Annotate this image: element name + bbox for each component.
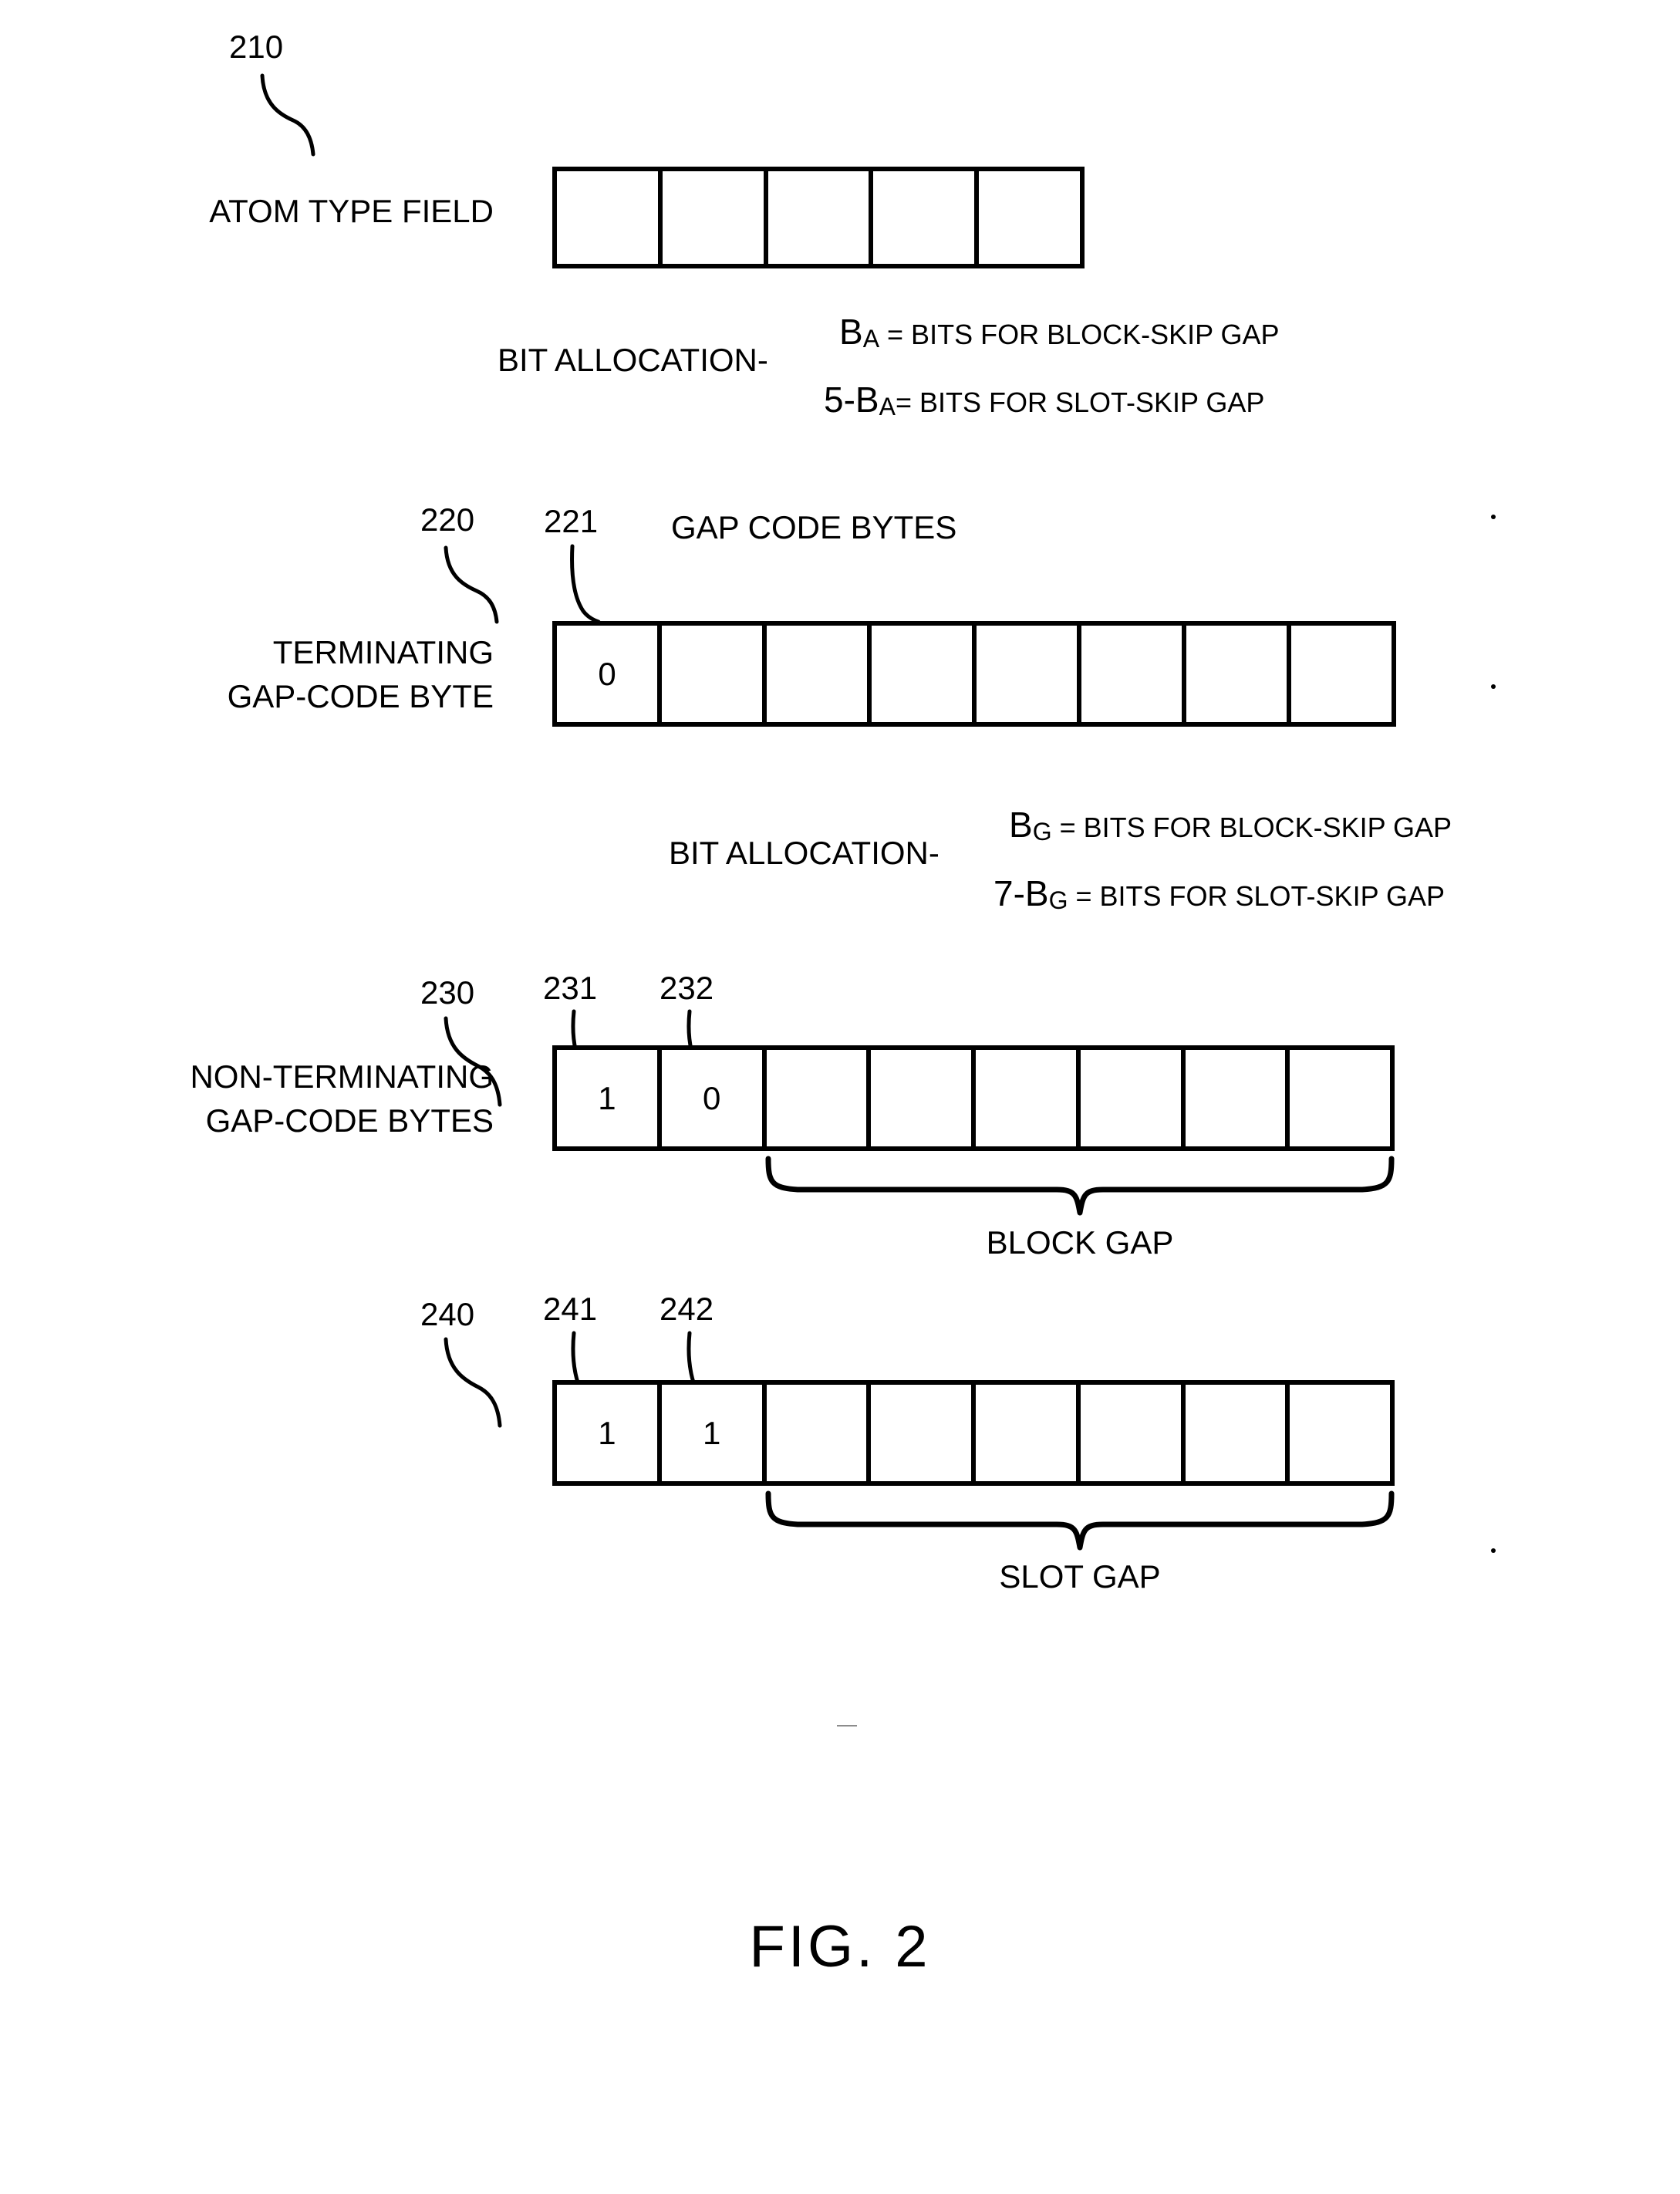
row-label-non-terminating-gap-code-bytes: NON-TERMINATING GAP-CODE BYTES <box>69 1055 494 1143</box>
bit-allocation-1-text: = BITS FOR BLOCK-SKIP GAP <box>879 319 1280 350</box>
patent-figure-page: 210 ATOM TYPE FIELD BIT ALLOCATION- BA =… <box>0 0 1680 2194</box>
byte-cell <box>976 1385 1081 1481</box>
byte-cell <box>1081 626 1186 722</box>
byte-cell <box>871 1050 976 1146</box>
row-label-atom-type-field: ATOM TYPE FIELD <box>108 193 494 230</box>
byte-cell <box>1290 1050 1390 1146</box>
byte-strip-slot-gap-bytes: 11 <box>552 1380 1395 1486</box>
byte-cell <box>1291 626 1392 722</box>
byte-cell <box>767 1050 872 1146</box>
bit-allocation-2-title: BIT ALLOCATION- <box>669 835 940 871</box>
reference-numeral-230: 230 <box>420 974 475 1011</box>
byte-cell <box>977 626 1081 722</box>
byte-strip-atom-type-field <box>552 167 1085 268</box>
byte-cell <box>767 626 872 722</box>
byte-cell <box>1186 1385 1290 1481</box>
row-label-terminating-gap-code-byte: TERMINATING GAP-CODE BYTE <box>108 631 494 718</box>
bit-allocation-1-var: B <box>839 312 863 352</box>
row-label-line: GAP-CODE BYTES <box>205 1102 494 1139</box>
byte-cell <box>872 626 977 722</box>
byte-cell <box>1186 1050 1290 1146</box>
byte-strip-non-terminating-gap-code-bytes: 10 <box>552 1045 1395 1151</box>
byte-cell <box>1081 1050 1186 1146</box>
brace-label-slot-gap: SLOT GAP <box>999 1558 1161 1595</box>
byte-cell <box>1290 1385 1390 1481</box>
byte-cell <box>873 171 980 264</box>
byte-strip-terminating-gap-code-byte: 0 <box>552 621 1396 727</box>
byte-cell: 0 <box>557 626 662 722</box>
bit-allocation-2-line2-text: = BITS FOR SLOT-SKIP GAP <box>1068 880 1445 912</box>
bit-allocation-2-line-1: BG = BITS FOR BLOCK-SKIP GAP <box>1009 805 1452 846</box>
brace-label-block-gap: BLOCK GAP <box>986 1224 1174 1261</box>
bit-allocation-1-title: BIT ALLOCATION- <box>498 342 768 378</box>
gap-code-bytes-header: GAP CODE BYTES <box>671 509 957 545</box>
bit-allocation-1-line2-prefix: 5-B <box>824 380 879 420</box>
leader-line-210 <box>260 73 315 157</box>
bit-allocation-2-var: B <box>1009 805 1033 845</box>
byte-cell <box>662 626 767 722</box>
bit-allocation-2-line2-prefix: 7-B <box>993 873 1049 913</box>
reference-numeral-232: 232 <box>660 970 714 1006</box>
bit-allocation-1-subscript: A <box>862 325 880 353</box>
page-speck-icon <box>1491 1548 1496 1553</box>
bit-allocation-2-line2-subscript: G <box>1048 886 1068 915</box>
row-label-line: NON-TERMINATING <box>190 1058 494 1095</box>
leader-line-221 <box>570 544 601 624</box>
byte-cell <box>1081 1385 1186 1481</box>
byte-cell <box>976 1050 1081 1146</box>
byte-cell: 0 <box>662 1050 767 1146</box>
bit-allocation-1-line2-text: = BITS FOR SLOT-SKIP GAP <box>895 386 1265 418</box>
brace-block-gap <box>765 1156 1395 1216</box>
row-label-line: TERMINATING <box>272 634 494 670</box>
row-label-line: ATOM TYPE FIELD <box>209 193 494 229</box>
reference-numeral-241: 241 <box>543 1291 598 1327</box>
byte-cell <box>979 171 1080 264</box>
bit-allocation-1-line-2: 5-BA= BITS FOR SLOT-SKIP GAP <box>824 380 1264 421</box>
byte-cell: 1 <box>662 1385 767 1481</box>
byte-cell <box>663 171 768 264</box>
figure-caption: FIG. 2 <box>749 1914 931 1980</box>
byte-cell: 1 <box>557 1385 662 1481</box>
bit-allocation-2-line-2: 7-BG = BITS FOR SLOT-SKIP GAP <box>993 873 1445 915</box>
reference-numeral-221: 221 <box>544 503 599 539</box>
reference-numeral-220: 220 <box>420 501 475 538</box>
reference-numeral-240: 240 <box>420 1296 475 1332</box>
byte-cell <box>557 171 663 264</box>
bit-allocation-2-text: = BITS FOR BLOCK-SKIP GAP <box>1051 812 1452 843</box>
bit-allocation-1-line-1: BA = BITS FOR BLOCK-SKIP GAP <box>839 312 1280 353</box>
page-speck-icon <box>1491 515 1496 519</box>
byte-cell <box>871 1385 976 1481</box>
bit-allocation-2-subscript: G <box>1032 818 1052 846</box>
reference-numeral-231: 231 <box>543 970 598 1006</box>
leader-line-220 <box>444 545 499 624</box>
byte-cell <box>768 171 874 264</box>
leader-line-240 <box>444 1337 502 1428</box>
page-speck-icon <box>1491 684 1496 689</box>
reference-numeral-242: 242 <box>660 1291 714 1327</box>
page-speck-icon <box>837 1725 857 1727</box>
byte-cell <box>1186 626 1291 722</box>
reference-numeral-210: 210 <box>229 29 284 65</box>
byte-cell: 1 <box>557 1050 662 1146</box>
byte-cell <box>767 1385 872 1481</box>
bit-allocation-1-line2-subscript: A <box>879 393 896 421</box>
brace-slot-gap <box>765 1490 1395 1551</box>
row-label-line: GAP-CODE BYTE <box>227 677 494 714</box>
